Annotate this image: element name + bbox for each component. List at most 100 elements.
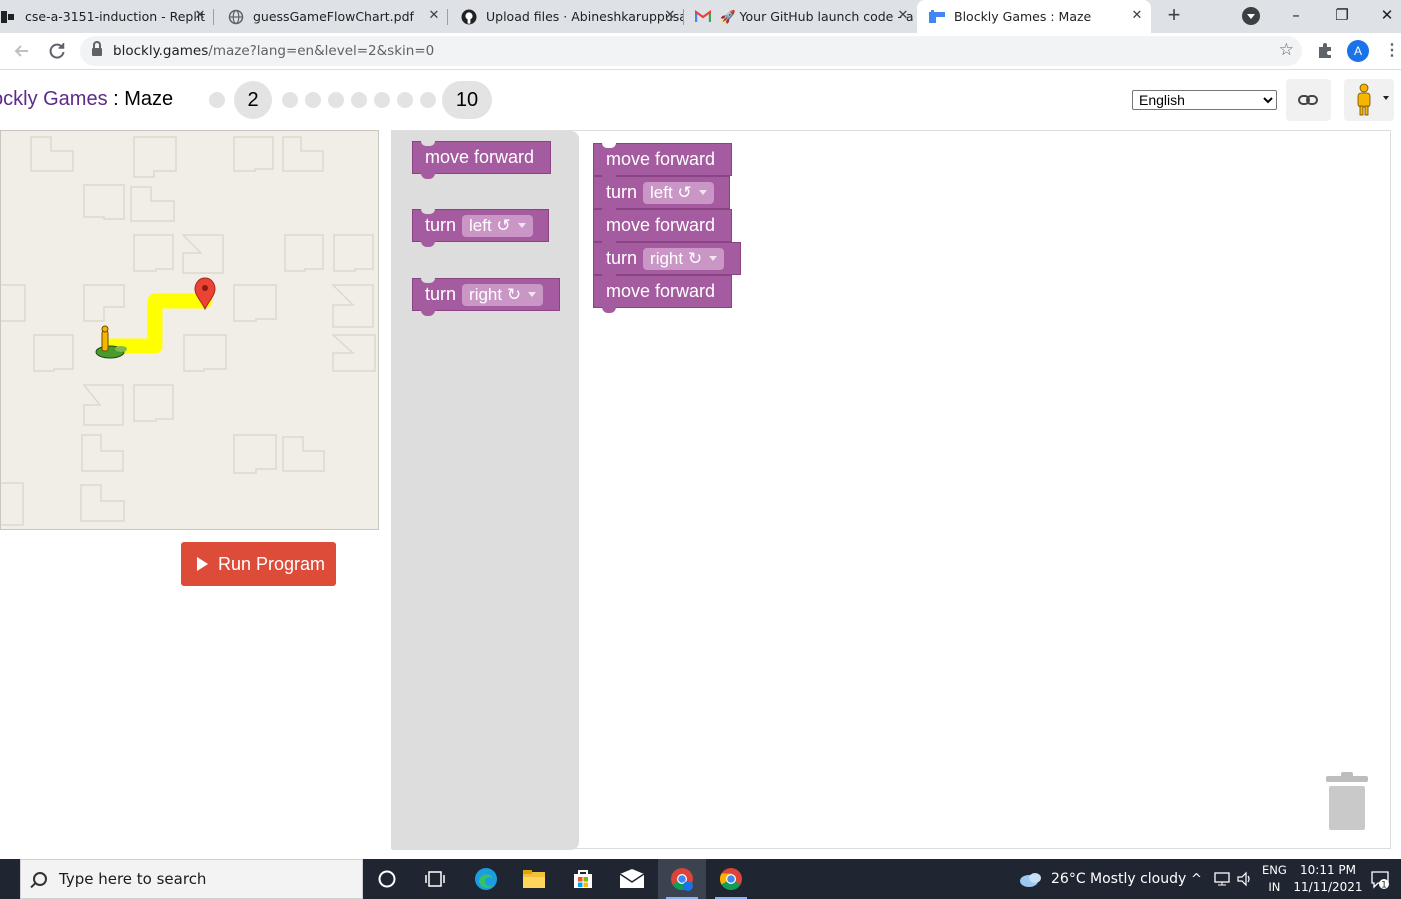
network-icon[interactable] <box>1213 859 1231 899</box>
minimize-button[interactable]: – <box>1281 4 1311 26</box>
program-block-move-forward[interactable]: move forward <box>593 275 732 313</box>
close-window-button[interactable]: ✕ <box>1372 4 1401 26</box>
file-explorer-icon[interactable] <box>510 859 558 899</box>
direction-dropdown[interactable]: left ↺ <box>462 214 533 237</box>
toolbox-block-turn-left[interactable]: turn left ↺ <box>412 209 549 247</box>
pegman-button[interactable] <box>1344 79 1394 121</box>
tab-title: guessGameFlowChart.pdf <box>253 9 414 24</box>
svg-text:1: 1 <box>1381 881 1387 890</box>
level-dot[interactable] <box>327 92 344 108</box>
restore-button[interactable]: ❐ <box>1327 4 1357 26</box>
close-tab-icon[interactable]: ✕ <box>192 8 208 24</box>
volume-icon[interactable] <box>1236 859 1254 899</box>
toolbox-block-turn-right[interactable]: turn right ↻ <box>412 278 560 316</box>
replit-icon <box>0 9 16 25</box>
browser-tab-strip: cse-a-3151-induction - Replit ✕ guessGam… <box>0 0 1401 33</box>
blockly-page: ockly Games : Maze 2 10 English Run Prog… <box>0 71 1401 858</box>
microsoft-store-icon[interactable] <box>559 859 607 899</box>
last-level[interactable]: 10 <box>442 81 492 119</box>
direction-dropdown[interactable]: left ↺ <box>643 181 714 204</box>
direction-dropdown[interactable]: right ↻ <box>462 283 544 306</box>
maze-map <box>1 136 376 526</box>
current-level[interactable]: 2 <box>234 81 272 119</box>
lock-icon[interactable] <box>92 41 102 57</box>
block-label: turn <box>425 284 457 304</box>
reload-button[interactable] <box>45 39 69 63</box>
extensions-icon[interactable] <box>1316 41 1334 64</box>
tab-title: Upload files · Abineshkaruppusa <box>486 9 684 24</box>
block-label: turn <box>425 215 457 235</box>
tab-search-icon[interactable] <box>1242 7 1260 25</box>
browser-tab[interactable]: guessGameFlowChart.pdf ✕ <box>218 0 448 33</box>
program-block-move-forward[interactable]: move forward <box>593 143 732 181</box>
pegman-icon <box>1357 83 1389 116</box>
show-hidden-icons-chevron-icon[interactable]: ^ <box>1191 859 1202 899</box>
program-block-turn-left[interactable]: turn left ↺ <box>593 176 730 214</box>
search-placeholder: Type here to search <box>59 870 207 888</box>
play-icon <box>197 557 208 571</box>
block-label: turn <box>606 248 638 268</box>
level-dot[interactable] <box>208 92 225 108</box>
cortana-icon[interactable] <box>363 859 411 899</box>
taskbar-clock[interactable]: 10:11 PM 11/11/2021 <box>1293 862 1363 896</box>
level-selector: 2 10 <box>205 81 492 119</box>
url-text[interactable]: blockly.games/maze?lang=en&level=2&skin=… <box>113 43 434 59</box>
browser-toolbar: blockly.games/maze?lang=en&level=2&skin=… <box>0 33 1401 70</box>
language-select[interactable]: English <box>1132 90 1277 110</box>
dropdown-arrow-icon <box>709 256 718 261</box>
link-button[interactable] <box>1286 79 1331 121</box>
cloud-icon <box>1020 873 1041 887</box>
level-dot[interactable] <box>304 92 321 108</box>
game-name: Maze <box>124 88 174 110</box>
globe-icon <box>228 9 244 25</box>
close-tab-icon[interactable]: ✕ <box>1129 8 1145 24</box>
block-label: move forward <box>606 215 716 235</box>
browser-tab[interactable]: cse-a-3151-induction - Replit ✕ <box>0 0 214 33</box>
maze-canvas <box>0 130 379 530</box>
input-language-indicator[interactable]: ENG IN <box>1262 862 1287 896</box>
chrome-icon[interactable] <box>707 859 755 899</box>
dropdown-arrow-icon <box>528 292 537 297</box>
toolbox-block-move-forward[interactable]: move forward <box>412 141 551 179</box>
new-tab-button[interactable]: + <box>1162 4 1186 28</box>
level-dot[interactable] <box>396 92 413 108</box>
close-tab-icon[interactable]: ✕ <box>895 8 911 24</box>
gmail-icon <box>695 9 711 25</box>
browser-tab-active[interactable]: Blockly Games : Maze ✕ <box>917 0 1151 33</box>
back-button[interactable] <box>10 39 34 63</box>
program-block-move-forward[interactable]: move forward <box>593 209 732 247</box>
blockly-workspace[interactable]: move forward turn left ↺ turn right ↻ mo… <box>391 130 1391 850</box>
browser-tab[interactable]: 🚀 Your GitHub launch code - a ✕ <box>687 0 917 33</box>
direction-dropdown[interactable]: right ↻ <box>643 247 725 270</box>
mail-icon[interactable] <box>608 859 656 899</box>
taskbar-search-box[interactable]: Type here to search <box>20 859 363 899</box>
address-bar[interactable]: blockly.games/maze?lang=en&level=2&skin=… <box>80 36 1302 66</box>
windows-taskbar: Type here to search 26°C Mostly cloudy ^… <box>0 859 1401 899</box>
browser-tab[interactable]: Upload files · Abineshkaruppusa ✕ <box>452 0 684 33</box>
notification-center-icon[interactable]: 1 <box>1370 859 1390 899</box>
link-icon <box>1298 95 1318 105</box>
level-dot[interactable] <box>419 92 436 108</box>
profile-avatar[interactable]: A <box>1347 40 1369 62</box>
task-view-icon[interactable] <box>411 859 459 899</box>
run-program-button[interactable]: Run Program <box>181 542 336 586</box>
level-dot[interactable] <box>281 92 298 108</box>
close-tab-icon[interactable]: ✕ <box>426 8 442 24</box>
maze-wall-tiles <box>1 136 376 526</box>
menu-kebab-icon[interactable]: ⋮ <box>1384 40 1400 60</box>
level-dot[interactable] <box>350 92 367 108</box>
level-dot[interactable] <box>373 92 390 108</box>
brand-link[interactable]: ockly Games <box>0 88 108 110</box>
trash-can-icon[interactable] <box>1326 772 1370 830</box>
tab-title: cse-a-3151-induction - Replit <box>25 9 206 24</box>
chrome-profile-icon[interactable] <box>658 859 706 899</box>
github-icon <box>461 9 477 25</box>
block-label: move forward <box>606 149 716 169</box>
tab-title: 🚀 Your GitHub launch code - a <box>720 8 914 24</box>
bookmark-star-icon[interactable]: ☆ <box>1279 40 1294 60</box>
dropdown-arrow-icon <box>517 223 526 228</box>
edge-icon[interactable] <box>462 859 510 899</box>
weather-widget[interactable]: 26°C Mostly cloudy <box>1019 859 1186 899</box>
program-block-turn-right[interactable]: turn right ↻ <box>593 242 741 280</box>
close-tab-icon[interactable]: ✕ <box>662 8 678 24</box>
